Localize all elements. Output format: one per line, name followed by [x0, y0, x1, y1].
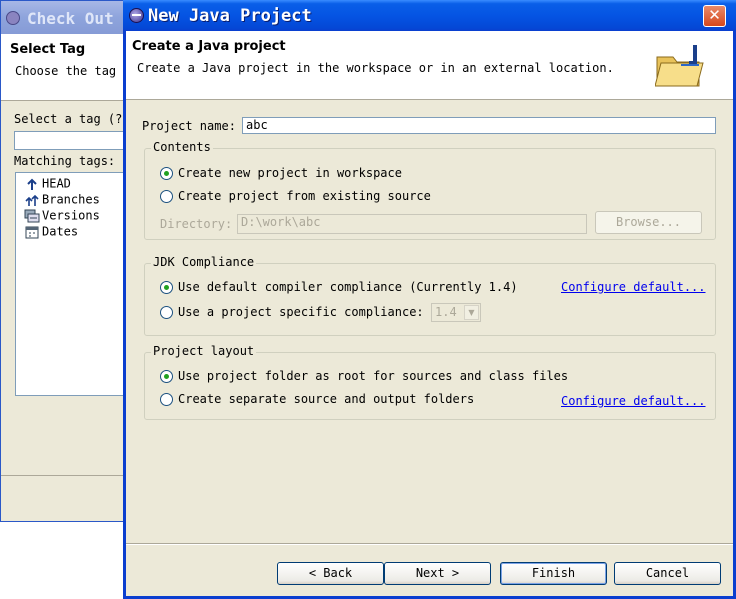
compliance-level-select[interactable]: 1.4 ▼ [431, 303, 481, 322]
jdk-compliance-group: JDK Compliance [144, 255, 716, 336]
project-folder-root-label[interactable]: Use project folder as root for sources a… [178, 369, 568, 383]
browse-button[interactable]: Browse... [595, 211, 702, 234]
java-project-folder-icon [654, 43, 707, 89]
jdk-compliance-group-label: JDK Compliance [151, 255, 257, 269]
check-out-title: Check Out [27, 9, 114, 28]
new-java-project-dialog: New Java Project ✕ Create a Java project… [123, 0, 736, 599]
project-layout-group: Project layout [144, 344, 716, 420]
specific-compliance-label[interactable]: Use a project specific compliance: [178, 305, 424, 319]
separate-folders-label[interactable]: Create separate source and output folder… [178, 392, 474, 406]
check-out-banner: Select Tag Choose the tag t [1, 34, 127, 101]
project-name-label: Project name: [142, 119, 236, 133]
dialog-title-bar[interactable]: New Java Project ✕ [123, 0, 736, 31]
cancel-button[interactable]: Cancel [614, 562, 721, 585]
select-tag-description: Choose the tag t [15, 64, 128, 78]
wizard-banner: Create a Java project Create a Java proj… [126, 31, 733, 100]
dates-icon [24, 225, 40, 239]
finish-button[interactable]: Finish [500, 562, 607, 585]
create-from-existing-radio[interactable] [160, 190, 173, 203]
default-compliance-label[interactable]: Use default compiler compliance (Current… [178, 280, 518, 294]
wizard-page-title: Create a Java project [132, 39, 286, 54]
button-bar-separator [126, 543, 733, 545]
check-out-title-bar[interactable]: Check Out [1, 1, 127, 34]
chevron-down-icon: ▼ [464, 305, 479, 320]
back-button[interactable]: < Back [277, 562, 384, 585]
tree-item-label: Dates [42, 224, 79, 239]
tree-item-branches[interactable]: Branches [24, 192, 100, 208]
project-folder-root-radio[interactable] [160, 370, 173, 383]
specific-compliance-radio[interactable] [160, 306, 173, 319]
tree-item-versions[interactable]: Versions [24, 208, 100, 224]
next-button[interactable]: Next > [384, 562, 491, 585]
eclipse-icon [6, 11, 20, 25]
default-compliance-radio[interactable] [160, 281, 173, 294]
project-layout-group-label: Project layout [151, 344, 257, 358]
eclipse-icon [129, 8, 144, 23]
wizard-page-description: Create a Java project in the workspace o… [137, 61, 614, 75]
close-icon: ✕ [708, 6, 721, 24]
contents-group-label: Contents [151, 140, 213, 154]
select-tag-input[interactable] [14, 131, 127, 150]
jdk-configure-default-link[interactable]: Configure default... [561, 280, 706, 294]
tree-item-head[interactable]: HEAD [24, 176, 71, 192]
tree-item-label: Branches [42, 192, 100, 207]
check-out-separator [1, 475, 127, 476]
dialog-client-area: Create a Java project Create a Java proj… [126, 31, 733, 596]
tree-item-label: Versions [42, 208, 100, 223]
matching-tags-tree[interactable]: HEAD Branches Versions Dates [15, 172, 127, 396]
dialog-title: New Java Project [148, 6, 312, 26]
matching-tags-label: Matching tags: [14, 154, 116, 168]
directory-label: Directory: [160, 217, 233, 231]
tree-item-label: HEAD [42, 176, 71, 191]
head-branch-icon [24, 177, 40, 191]
create-new-project-radio[interactable] [160, 167, 173, 180]
tree-item-dates[interactable]: Dates [24, 224, 78, 240]
create-from-existing-label[interactable]: Create project from existing source [178, 189, 431, 203]
select-tag-header: Select Tag [10, 42, 86, 57]
versions-icon [24, 209, 40, 223]
create-new-project-label[interactable]: Create new project in workspace [178, 166, 402, 180]
directory-input[interactable]: D:\work\abc [237, 214, 587, 234]
layout-configure-default-link[interactable]: Configure default... [561, 394, 706, 408]
project-name-input[interactable]: abc [242, 117, 716, 134]
branches-icon [24, 193, 40, 207]
select-tag-label: Select a tag (? [14, 112, 123, 126]
compliance-level-value: 1.4 [435, 305, 457, 319]
check-out-dialog: Check Out Select Tag Choose the tag t Se… [0, 0, 128, 522]
separate-folders-radio[interactable] [160, 393, 173, 406]
close-button[interactable]: ✕ [703, 5, 726, 27]
